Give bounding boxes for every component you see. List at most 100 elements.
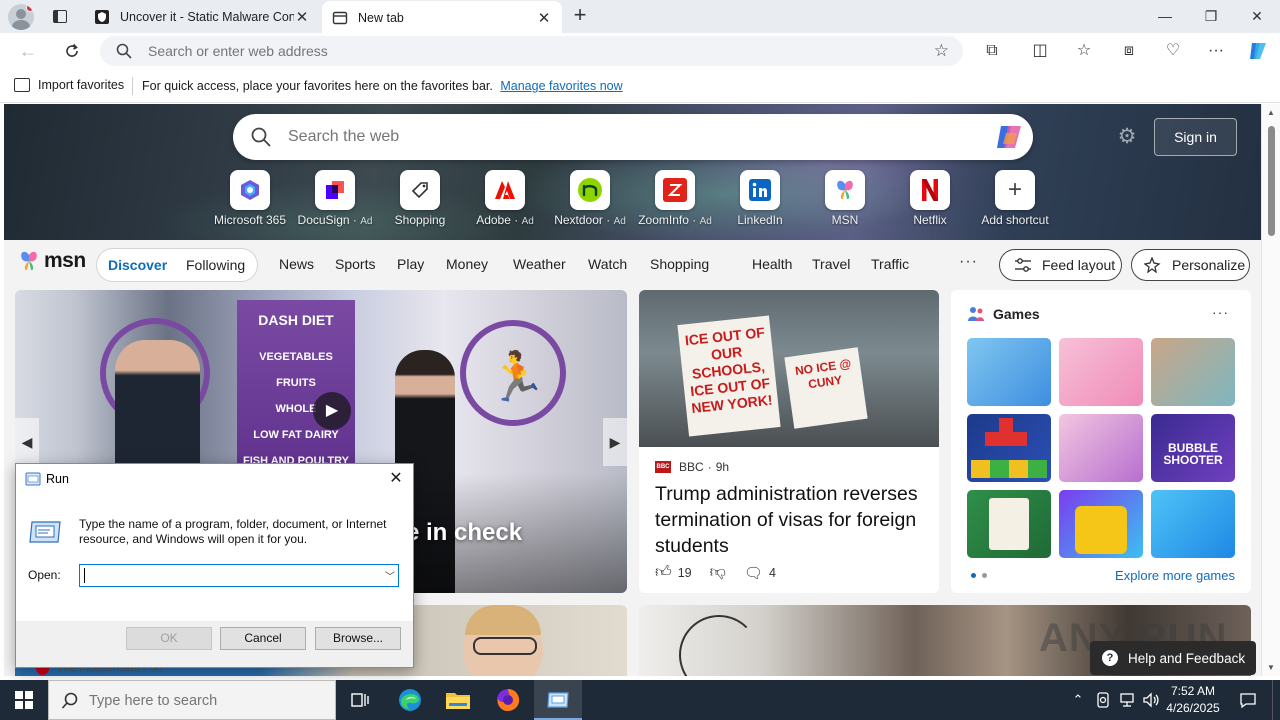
tab-following[interactable]: Following [186,257,245,273]
shortcut-docusign[interactable]: DocuSign · Ad [294,170,376,227]
run-titlebar[interactable]: Run ✕ [16,464,413,494]
task-view-icon[interactable] [336,680,384,720]
notification-icon[interactable] [1234,680,1262,720]
nav-money[interactable]: Money [446,256,513,272]
favorites-icon[interactable]: ☆ [1073,41,1095,61]
import-favorites-button[interactable]: Import favorites [14,78,124,92]
news-card[interactable]: ICE OUT OF OUR SCHOOLS, ICE OUT OF NEW Y… [639,290,939,593]
nav-news[interactable]: News [279,256,335,272]
thumbs-up-icon[interactable]: 👍︎ [655,563,672,582]
shortcut-shopping[interactable]: Shopping [379,170,461,227]
thumbs-down-icon[interactable]: 👎︎ [710,563,726,582]
settings-more-icon[interactable]: ··· [1205,41,1227,61]
refresh-icon[interactable] [58,39,86,63]
windows-start-icon[interactable] [0,680,48,720]
taskbar-search-input[interactable] [89,692,319,710]
profile-avatar-icon[interactable] [8,4,34,30]
scroll-down-icon[interactable]: ▼ [1267,663,1275,672]
nav-traffic[interactable]: Traffic [871,256,931,272]
nav-shopping[interactable]: Shopping [650,256,752,272]
nav-health[interactable]: Health [752,256,812,272]
nav-sports[interactable]: Sports [335,256,397,272]
volume-icon[interactable] [1140,680,1162,720]
game-tile[interactable] [1059,338,1143,406]
nav-play[interactable]: Play [397,256,446,272]
shortcut-netflix[interactable]: Netflix [889,170,971,227]
shortcut-msn[interactable]: MSN [804,170,886,227]
show-desktop-button[interactable] [1272,680,1280,720]
game-tile[interactable] [967,490,1051,558]
scroll-up-icon[interactable]: ▲ [1267,108,1275,117]
edge-browser-icon[interactable] [386,680,434,720]
new-tab-plus-icon[interactable]: + [568,4,592,28]
carousel-next-icon[interactable]: ▶ [603,418,627,466]
game-tile[interactable] [967,338,1051,406]
split-screen-icon[interactable]: ◫ [1029,41,1051,61]
close-window-icon[interactable]: ✕ [1234,0,1280,33]
shortcut-zoominfo[interactable]: ZoomInfo · Ad [634,170,716,227]
web-search-input[interactable] [288,127,948,147]
close-tab-icon[interactable]: ✕ [536,9,552,27]
chevron-down-icon[interactable]: ﹀ [385,568,395,583]
game-tile[interactable]: BUBBLE SHOOTER [1151,414,1235,482]
taskbar-search-box[interactable] [48,680,336,720]
comment-icon[interactable]: 🗨︎ [744,564,763,582]
open-combobox[interactable]: ﹀ [79,564,399,587]
nav-watch[interactable]: Watch [588,256,650,272]
shortcut-linkedin[interactable]: LinkedIn [719,170,801,227]
personalize-button[interactable]: Personalize [1131,249,1250,281]
tab-actions-icon[interactable] [48,6,72,28]
restore-icon[interactable]: ❐ [1188,0,1234,33]
copilot-icon[interactable] [995,123,1025,151]
tab-malware-config[interactable]: Uncover it - Static Malware Confi ✕ [84,0,320,33]
nav-travel[interactable]: Travel [812,256,871,272]
news-headline[interactable]: Trump administration reverses terminatio… [655,481,935,559]
browser-essentials-icon[interactable]: ♡ [1162,41,1184,61]
game-tile[interactable] [967,414,1051,482]
cancel-button[interactable]: Cancel [220,627,306,650]
close-icon[interactable]: ✕ [385,468,407,490]
address-input[interactable] [148,41,908,61]
shortcut-adobe[interactable]: Adobe · Ad [464,170,546,227]
run-taskbar-icon[interactable] [534,680,582,720]
more-categories-icon[interactable]: ··· [959,253,978,271]
favorite-star-icon[interactable]: ☆ [934,41,949,61]
web-search-box[interactable] [233,114,1033,160]
browse-button[interactable]: Browse... [315,627,401,650]
game-tile[interactable] [1151,338,1235,406]
copilot-icon[interactable] [1246,39,1268,59]
game-tile[interactable] [1151,490,1235,558]
extensions-icon[interactable]: ⧉ [981,41,1003,61]
ok-button[interactable]: OK [126,627,212,650]
manage-favorites-link[interactable]: Manage favorites now [500,79,622,93]
page-scrollbar[interactable]: ▲ ▼ [1261,104,1280,676]
show-hidden-icons-icon[interactable]: ⌃ [1068,680,1088,720]
collections-icon[interactable]: ⧈ [1118,41,1140,61]
firefox-icon[interactable] [484,680,532,720]
play-icon[interactable]: ▶ [313,392,351,430]
feed-layout-button[interactable]: Feed layout [999,249,1122,281]
msn-logo[interactable]: msn [16,249,86,273]
tab-discover[interactable]: Discover [108,257,167,273]
games-more-icon[interactable]: ··· [1212,304,1229,320]
shortcut-nextdoor[interactable]: Nextdoor · Ad [549,170,631,227]
help-feedback-button[interactable]: ? Help and Feedback [1090,641,1256,675]
add-shortcut-button[interactable]: + Add shortcut [974,170,1056,227]
file-explorer-icon[interactable] [434,680,482,720]
page-settings-gear-icon[interactable]: ⚙ [1116,126,1138,148]
nav-weather[interactable]: Weather [513,256,588,272]
close-tab-icon[interactable]: ✕ [294,8,310,26]
device-icon[interactable] [1092,680,1114,720]
system-clock[interactable]: 7:52 AM 4/26/2025 [1160,683,1226,717]
address-bar[interactable]: ☆ [100,36,963,66]
network-icon[interactable] [1115,680,1139,720]
minimize-icon[interactable]: — [1142,0,1188,33]
explore-more-games-link[interactable]: Explore more games [1115,568,1235,583]
open-input[interactable] [84,567,374,584]
shortcut-microsoft-365[interactable]: Microsoft 365 [209,170,291,227]
game-tile[interactable] [1059,414,1143,482]
game-tile[interactable] [1059,490,1143,558]
scroll-thumb[interactable] [1268,126,1275,236]
back-arrow-icon[interactable]: ← [14,39,42,63]
carousel-prev-icon[interactable]: ◀ [15,418,39,466]
